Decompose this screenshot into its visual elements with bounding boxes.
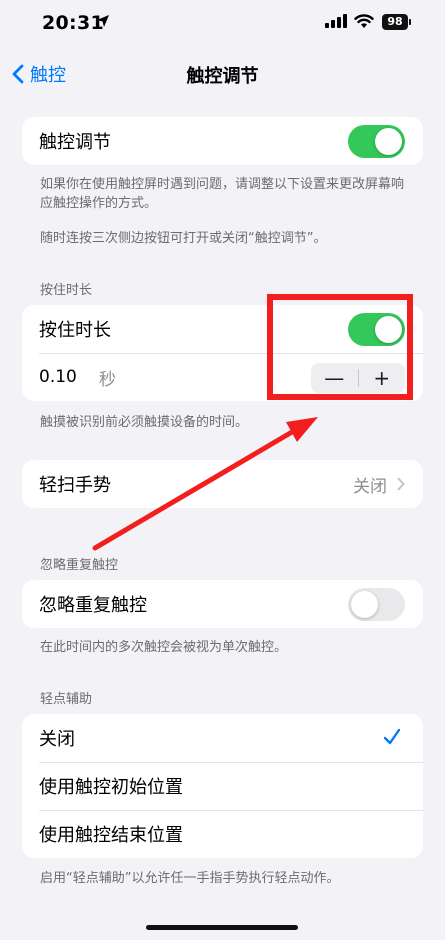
hold-duration-row: 按住时长 [22,305,423,353]
touch-accommodations-label: 触控调节 [39,132,111,153]
increment-button[interactable]: + [359,363,406,393]
tap-assistance-header: 轻点辅助 [40,692,93,707]
ignore-repeat-toggle[interactable] [348,588,405,621]
option-label: 使用触控结束位置 [39,825,183,846]
battery-level: 98 [382,14,408,30]
tap-assistance-footnote: 启用“轻点辅助”以允许任一手指手势执行轻点动作。 [40,871,340,886]
location-arrow-icon [97,15,109,27]
battery-cap [409,19,411,25]
touch-accommodations-row: 触控调节 [22,117,423,165]
navigation-bar: 触控 触控调节 [0,52,445,96]
touch-accommodations-toggle[interactable] [348,125,405,158]
hold-duration-toggle[interactable] [348,313,405,346]
decrement-button[interactable]: — [311,363,358,393]
tap-assistance-option-off[interactable]: 关闭 [22,714,423,762]
tap-assistance-option-initial[interactable]: 使用触控初始位置 [22,762,423,810]
status-time: 20:31 [42,12,104,34]
ignore-repeat-card: 忽略重复触控 [22,580,423,628]
hold-duration-header: 按住时长 [40,283,93,298]
ignore-repeat-header: 忽略重复触控 [40,558,119,573]
hold-duration-unit: 秒 [98,369,116,390]
swipe-gestures-value: 关闭 [353,476,387,497]
touch-accommodations-card: 触控调节 [22,117,423,165]
tap-assistance-card: 关闭 使用触控初始位置 使用触控结束位置 [22,714,423,858]
home-indicator [146,925,298,930]
option-label: 使用触控初始位置 [39,777,183,798]
swipe-gestures-label: 轻扫手势 [39,475,111,496]
hold-duration-stepper: — + [311,363,405,393]
hold-duration-label: 按住时长 [39,320,111,341]
ignore-repeat-label: 忽略重复触控 [39,595,147,616]
swipe-gestures-row[interactable]: 轻扫手势 关闭 [22,460,423,508]
hold-duration-value: 0.10 [39,367,77,387]
touch-accommodations-footnote: 如果你在使用触控屏时遇到问题，请调整以下设置来更改屏幕响应触控操作的方式。 [40,177,405,211]
tap-assistance-option-final[interactable]: 使用触控结束位置 [22,810,423,858]
wifi-icon [354,14,374,28]
swipe-gestures-value-group: 关闭 [353,460,405,508]
hold-duration-card: 按住时长 0.10 秒 — + [22,305,423,401]
checkmark-icon [383,728,401,745]
ignore-repeat-footnote: 在此时间内的多次触控会被视为单次触控。 [40,640,288,655]
page-title: 触控调节 [186,66,259,87]
status-bar: 20:31 98 [0,0,445,50]
chevron-right-icon [397,477,405,491]
swipe-gestures-card: 轻扫手势 关闭 [22,460,423,508]
ignore-repeat-row: 忽略重复触控 [22,580,423,628]
triple-click-footnote: 随时连按三次侧边按钮可打开或关闭“触控调节”。 [40,231,327,246]
cellular-signal-icon [325,14,347,28]
option-label: 关闭 [39,729,75,750]
hold-duration-footnote: 触摸被识别前必须触摸设备的时间。 [40,415,249,430]
hold-duration-value-row: 0.10 秒 — + [22,353,423,401]
